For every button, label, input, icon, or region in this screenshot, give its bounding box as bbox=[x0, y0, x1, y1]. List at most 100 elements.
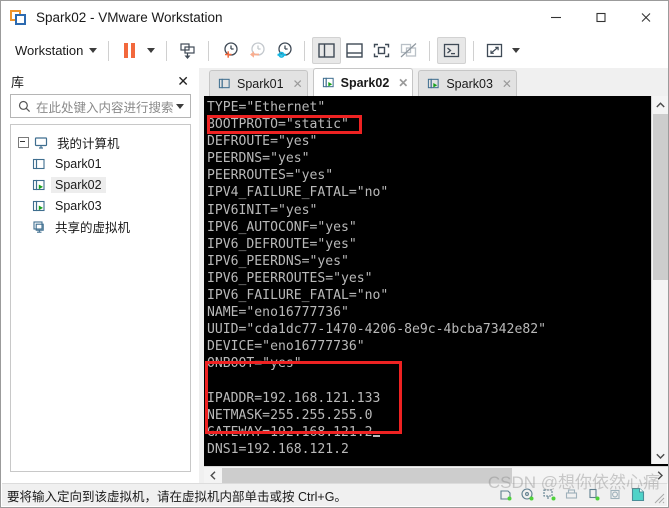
terminal-line: GATEWAY=192.168.121.2 bbox=[207, 424, 648, 441]
take-snapshot-button[interactable] bbox=[216, 38, 243, 63]
terminal-icon bbox=[444, 43, 460, 58]
terminal-line: IPV6_DEFROUTE="yes" bbox=[207, 236, 357, 252]
tab-label: Spark03 bbox=[446, 76, 493, 91]
guest-terminal[interactable]: TYPE="Ethernet" BOOTPROTO="static" DEFROUT… bbox=[204, 96, 648, 464]
tree-item-spark02[interactable]: Spark02 bbox=[11, 174, 190, 195]
console-vertical-scrollbar[interactable] bbox=[651, 96, 668, 464]
full-screen-button[interactable] bbox=[368, 38, 395, 63]
tab-spark02[interactable]: Spark02 ✕ bbox=[312, 68, 414, 96]
library-search-box[interactable]: 在此处键入内容进行搜索 bbox=[10, 94, 191, 118]
fullscreen-icon bbox=[374, 43, 390, 58]
toolbar-divider bbox=[208, 40, 210, 61]
vertical-scroll-thumb[interactable] bbox=[653, 114, 668, 280]
vm-running-icon bbox=[32, 178, 46, 192]
horizontal-scroll-thumb[interactable] bbox=[222, 468, 512, 483]
status-message: 要将输入定向到该虚拟机，请在虚拟机内部单击或按 Ctrl+G。 bbox=[7, 489, 347, 504]
vm-running-icon bbox=[322, 76, 335, 89]
terminal-cursor bbox=[372, 434, 380, 437]
terminal-line: IPV6_PEERROUTES="yes" bbox=[207, 270, 373, 286]
unity-mode-icon bbox=[401, 43, 417, 58]
show-library-button[interactable] bbox=[312, 37, 342, 64]
workstation-menu-button[interactable]: Workstation bbox=[11, 40, 101, 61]
status-harddisk-icon[interactable] bbox=[498, 487, 513, 505]
collapse-toggle-icon[interactable] bbox=[18, 137, 29, 148]
suspend-button[interactable] bbox=[116, 38, 143, 63]
resize-grip-icon[interactable] bbox=[652, 491, 665, 504]
status-sound-icon[interactable] bbox=[608, 487, 623, 505]
status-usb-icon[interactable] bbox=[586, 487, 601, 505]
close-button[interactable] bbox=[623, 1, 668, 33]
tab-close-icon[interactable]: ✕ bbox=[398, 76, 408, 90]
tab-close-icon[interactable]: ✕ bbox=[293, 77, 303, 91]
chevron-down-icon bbox=[512, 48, 521, 53]
vm-stopped-icon bbox=[32, 157, 46, 171]
console-view-button[interactable] bbox=[437, 37, 467, 64]
scroll-down-button[interactable] bbox=[652, 447, 668, 464]
console-horizontal-scrollbar[interactable] bbox=[204, 466, 668, 484]
stretch-dropdown[interactable] bbox=[508, 40, 524, 62]
chevron-down-icon bbox=[147, 48, 156, 53]
scroll-right-button[interactable] bbox=[651, 467, 668, 484]
terminal-line: DEFROUTE="yes" bbox=[207, 134, 318, 150]
minimize-button[interactable] bbox=[533, 1, 578, 33]
terminal-line: IPV6_AUTOCONF="yes" bbox=[207, 219, 357, 235]
tree-item-shared-vms[interactable]: 共享的虚拟机 bbox=[11, 216, 190, 237]
tab-label: Spark01 bbox=[237, 76, 284, 91]
bottom-panel-icon bbox=[346, 43, 364, 58]
library-panel: 库 ✕ 在此处键入内容进行搜索 我的计算机 Spark01 Spark02 Sp… bbox=[2, 68, 199, 484]
revert-snapshot-button[interactable] bbox=[243, 38, 270, 63]
toolbar-divider bbox=[166, 40, 168, 61]
snapshot-add-icon bbox=[224, 41, 238, 58]
chevron-up-icon bbox=[655, 101, 665, 107]
window-title: Spark02 - VMware Workstation bbox=[36, 9, 223, 25]
download-vm-icon bbox=[180, 42, 195, 59]
status-display-icon[interactable] bbox=[630, 486, 647, 506]
pause-icon bbox=[124, 43, 136, 58]
terminal-line: NAME="eno16777736" bbox=[207, 305, 349, 321]
status-printer-icon[interactable] bbox=[564, 487, 579, 505]
terminal-line: PEERROUTES="yes" bbox=[207, 168, 334, 184]
tree-item-label: 我的计算机 bbox=[57, 137, 120, 151]
power-dropdown[interactable] bbox=[143, 40, 159, 62]
library-close-button[interactable]: ✕ bbox=[173, 73, 193, 90]
library-header: 库 ✕ bbox=[2, 68, 199, 94]
status-bar: 要将输入定向到该虚拟机，请在虚拟机内部单击或按 Ctrl+G。 bbox=[2, 483, 667, 506]
chevron-down-icon bbox=[655, 453, 665, 459]
workstation-menu-label: Workstation bbox=[15, 43, 84, 58]
scroll-up-button[interactable] bbox=[652, 96, 668, 113]
search-icon bbox=[18, 100, 31, 112]
maximize-icon bbox=[595, 12, 606, 23]
search-input-placeholder[interactable]: 在此处键入内容进行搜索 bbox=[36, 97, 176, 116]
tab-spark03[interactable]: Spark03 ✕ bbox=[418, 70, 517, 96]
status-device-icons bbox=[498, 486, 647, 506]
show-thumbnails-button[interactable] bbox=[341, 38, 368, 63]
stretch-button[interactable] bbox=[481, 38, 508, 63]
terminal-line: BOOTPROTO="static" bbox=[207, 117, 349, 133]
unity-mode-button[interactable] bbox=[395, 38, 422, 63]
terminal-line: DNS1=192.168.121.2 bbox=[207, 441, 349, 457]
chevron-down-icon[interactable] bbox=[176, 103, 184, 109]
vm-console-area[interactable]: TYPE="Ethernet" BOOTPROTO="static" DEFROUT… bbox=[204, 96, 668, 484]
tree-item-spark01[interactable]: Spark01 bbox=[11, 153, 190, 174]
terminal-line: IPV6_PEERDNS="yes" bbox=[207, 253, 349, 269]
terminal-line: ONBOOT="yes" bbox=[207, 356, 302, 372]
toolbar-divider bbox=[473, 40, 475, 61]
vmware-workstation-window: Spark02 - VMware Workstation Workstation bbox=[0, 0, 669, 508]
snapshot-manage-icon bbox=[277, 41, 292, 58]
tab-spark01[interactable]: Spark01 ✕ bbox=[209, 70, 308, 96]
install-tools-button[interactable] bbox=[174, 38, 201, 63]
manage-snapshots-button[interactable] bbox=[270, 38, 297, 63]
terminal-line: IPV4_FAILURE_FATAL="no" bbox=[207, 185, 389, 201]
maximize-button[interactable] bbox=[578, 1, 623, 33]
tab-label: Spark02 bbox=[340, 75, 390, 90]
tree-item-spark03[interactable]: Spark03 bbox=[11, 195, 190, 216]
scroll-left-button[interactable] bbox=[204, 467, 221, 484]
tree-item-my-computer[interactable]: 我的计算机 bbox=[11, 132, 190, 153]
status-cdrom-icon[interactable] bbox=[520, 487, 535, 505]
tree-item-label: Spark01 bbox=[55, 156, 102, 171]
status-network-icon[interactable] bbox=[542, 487, 557, 505]
tab-close-icon[interactable]: ✕ bbox=[502, 77, 512, 91]
computer-icon bbox=[34, 136, 48, 150]
close-icon bbox=[641, 13, 650, 22]
